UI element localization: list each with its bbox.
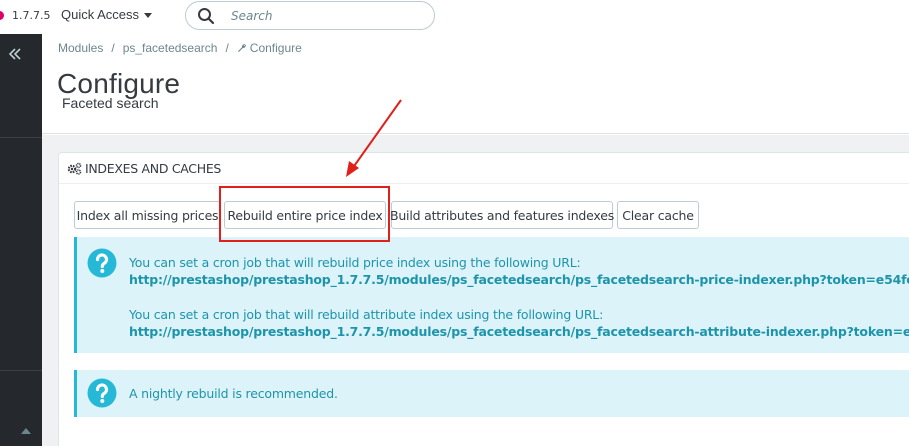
page-header: Modules / ps_facetedsearch / Configure C… bbox=[42, 34, 909, 134]
chevron-up-icon[interactable] bbox=[20, 427, 32, 435]
caret-down-icon bbox=[144, 13, 153, 18]
double-chevron-left-icon[interactable] bbox=[8, 47, 22, 61]
wrench-icon bbox=[237, 44, 246, 52]
top-bar: 1.7.7.5 Quick Access bbox=[0, 0, 909, 34]
cron-info-alert: You can set a cron job that will rebuild… bbox=[74, 237, 909, 353]
price-cron-text: You can set a cron job that will rebuild… bbox=[129, 255, 581, 270]
sidebar bbox=[0, 34, 42, 446]
search-input[interactable] bbox=[231, 8, 421, 23]
quick-access-dropdown[interactable]: Quick Access bbox=[61, 7, 153, 22]
breadcrumb-separator: / bbox=[225, 41, 229, 55]
sidebar-divider bbox=[0, 137, 42, 138]
search-box[interactable] bbox=[185, 1, 435, 30]
price-cron-url[interactable]: http://prestashop/prestashop_1.7.7.5/mod… bbox=[129, 272, 909, 287]
clear-cache-button[interactable]: Clear cache bbox=[617, 201, 699, 229]
rebuild-price-index-button[interactable]: Rebuild entire price index bbox=[224, 201, 386, 229]
index-missing-prices-button[interactable]: Index all missing prices bbox=[74, 201, 221, 229]
breadcrumb-item-configure: Configure bbox=[249, 41, 302, 55]
breadcrumb-separator: / bbox=[111, 41, 115, 55]
breadcrumb-item-module[interactable]: ps_facetedsearch bbox=[123, 41, 218, 55]
cogs-icon bbox=[67, 162, 82, 175]
indexes-panel: INDEXES AND CACHES Index all missing pri… bbox=[58, 152, 909, 446]
build-attributes-indexes-button[interactable]: Build attributes and features indexes bbox=[390, 201, 614, 229]
prestashop-logo[interactable] bbox=[0, 11, 4, 20]
panel-heading-title: INDEXES AND CACHES bbox=[85, 160, 222, 176]
breadcrumb-item-modules[interactable]: Modules bbox=[58, 41, 103, 55]
page-subtitle: Faceted search bbox=[62, 95, 159, 111]
attribute-cron-text: You can set a cron job that will rebuild… bbox=[129, 307, 604, 322]
attribute-cron-url[interactable]: http://prestashop/prestashop_1.7.7.5/mod… bbox=[129, 324, 909, 339]
version-label: 1.7.7.5 bbox=[12, 9, 51, 22]
main-content: INDEXES AND CACHES Index all missing pri… bbox=[42, 135, 909, 446]
app-root: 1.7.7.5 Quick Access Modules / ps_ bbox=[0, 0, 909, 446]
nightly-rebuild-alert: A nightly rebuild is recommended. bbox=[74, 370, 909, 417]
question-circle-icon bbox=[87, 248, 117, 278]
panel-heading: INDEXES AND CACHES bbox=[59, 153, 909, 184]
question-circle-icon bbox=[87, 378, 117, 408]
nightly-rebuild-text: A nightly rebuild is recommended. bbox=[129, 386, 338, 401]
quick-access-label: Quick Access bbox=[61, 7, 140, 22]
search-icon[interactable] bbox=[197, 7, 215, 25]
breadcrumb: Modules / ps_facetedsearch / Configure bbox=[58, 41, 302, 55]
sidebar-divider bbox=[0, 370, 42, 371]
